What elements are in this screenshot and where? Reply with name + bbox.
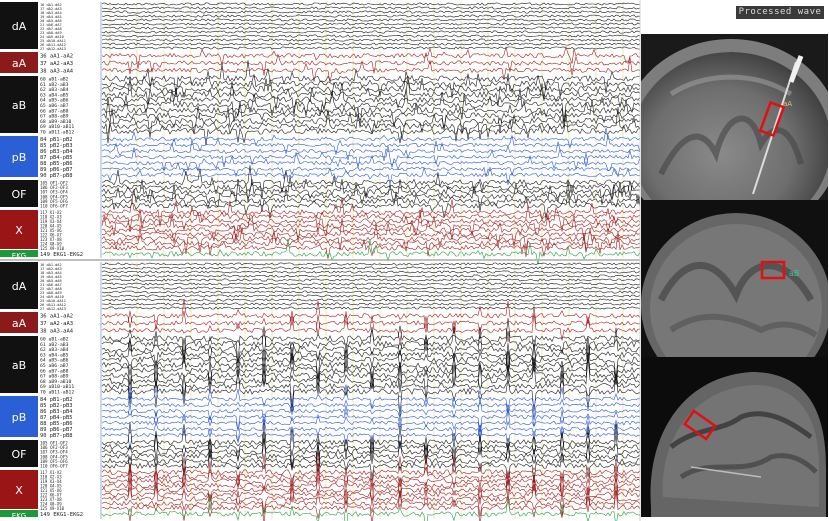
channel-label: 149 EKG1-EKG2 [40, 512, 83, 518]
region-label-text: EKG [12, 512, 26, 520]
channel-label: 68 aB9-aB10 [40, 379, 72, 385]
channel-label: 70 aB11-aB12 [40, 389, 74, 395]
channel-label: 60 aB1-aB2 [40, 337, 69, 343]
region-label-text: pB [12, 411, 27, 424]
processed-wave-badge[interactable]: Processed wave [736, 6, 824, 19]
channel-label: 37 aA2-aA3 [40, 61, 73, 67]
channel-label: 67 aB8-aB9 [40, 114, 69, 120]
channel-label: 27 dA12-dA13 [40, 307, 66, 311]
region-label-text: OF [12, 448, 27, 461]
region-label-text: EKG [12, 252, 26, 260]
region-label-of[interactable]: OF [0, 440, 38, 467]
region-label-x[interactable]: X [0, 210, 38, 249]
region-label-text: aA [12, 317, 27, 330]
channel-label: 64 aB5-aB6 [40, 98, 69, 104]
channel-label: 60 aB1-aB2 [40, 77, 69, 83]
channel-label: 38 aA3-aA4 [40, 68, 74, 74]
region-label-text: pB [12, 151, 27, 164]
channel-label: 62 aB3-aB4 [40, 347, 69, 353]
region-label-da[interactable]: dA [0, 2, 38, 49]
channel-label: 63 aB4-aB5 [40, 352, 69, 358]
channel-label: 110 OF6-OF7 [40, 464, 68, 469]
channel-label: 62 aB3-aB4 [40, 87, 69, 93]
channel-label: 65 aB6-aB7 [40, 103, 69, 109]
region-label-x[interactable]: X [0, 470, 38, 509]
channel-label: 125 X9-X10 [40, 246, 65, 251]
mri-annotation-label: aA [783, 100, 792, 108]
channel-label: 149 EKG1-EKG2 [40, 252, 83, 258]
region-label-text: dA [12, 280, 27, 293]
mri-coronal-view-2: aB [641, 200, 828, 357]
channel-label: 67 aB8-aB9 [40, 374, 69, 380]
region-label-text: X [15, 484, 23, 497]
region-label-pb[interactable]: pB [0, 396, 38, 437]
region-label-pb[interactable]: pB [0, 136, 38, 177]
channel-label: 68 aB9-aB10 [40, 119, 72, 125]
channel-label: 90 pB7-pB8 [40, 433, 72, 439]
channel-label: 36 aA1-aA2 [40, 314, 73, 320]
region-label-da[interactable]: dA [0, 262, 38, 309]
region-label-text: aB [12, 359, 26, 372]
channel-label: 125 X9-X10 [40, 506, 65, 511]
mri-coronal-view-1: aA [641, 34, 828, 200]
channel-label: 70 aB11-aB12 [40, 129, 74, 135]
region-label-text: aA [12, 57, 27, 70]
channel-label: 37 aA2-aA3 [40, 321, 73, 327]
region-label-ab[interactable]: aB [0, 76, 38, 133]
region-label-text: aB [12, 99, 26, 112]
channel-label: 90 pB7-pB8 [40, 173, 72, 179]
region-label-of[interactable]: OF [0, 180, 38, 207]
channel-label: 36 aA1-aA2 [40, 54, 73, 60]
channel-label: 69 aB10-aB11 [40, 384, 74, 390]
channel-label: 64 aB5-aB6 [40, 358, 69, 364]
channel-label: 69 aB10-aB11 [40, 124, 74, 130]
channel-label: 61 aB2-aB3 [40, 342, 69, 348]
channel-label: 66 aB7-aB8 [40, 108, 69, 114]
region-label-aa[interactable]: aA [0, 52, 38, 73]
mri-annotation-label: aB [789, 269, 799, 278]
region-label-text: OF [12, 188, 27, 201]
region-label-text: dA [12, 20, 27, 33]
channel-label: 63 aB4-aB5 [40, 92, 69, 98]
channel-label: 110 OF6-OF7 [40, 204, 68, 209]
region-label-text: X [15, 224, 23, 237]
channel-label: 65 aB6-aB7 [40, 363, 69, 369]
region-label-aa[interactable]: aA [0, 312, 38, 333]
channel-label: 66 aB7-aB8 [40, 368, 69, 374]
mri-sagittal-view [641, 357, 828, 517]
channel-label: 61 aB2-aB3 [40, 82, 69, 88]
channel-label: 27 dA12-dA13 [40, 47, 66, 51]
channel-label: 38 aA3-aA4 [40, 328, 74, 334]
region-label-ab[interactable]: aB [0, 336, 38, 393]
